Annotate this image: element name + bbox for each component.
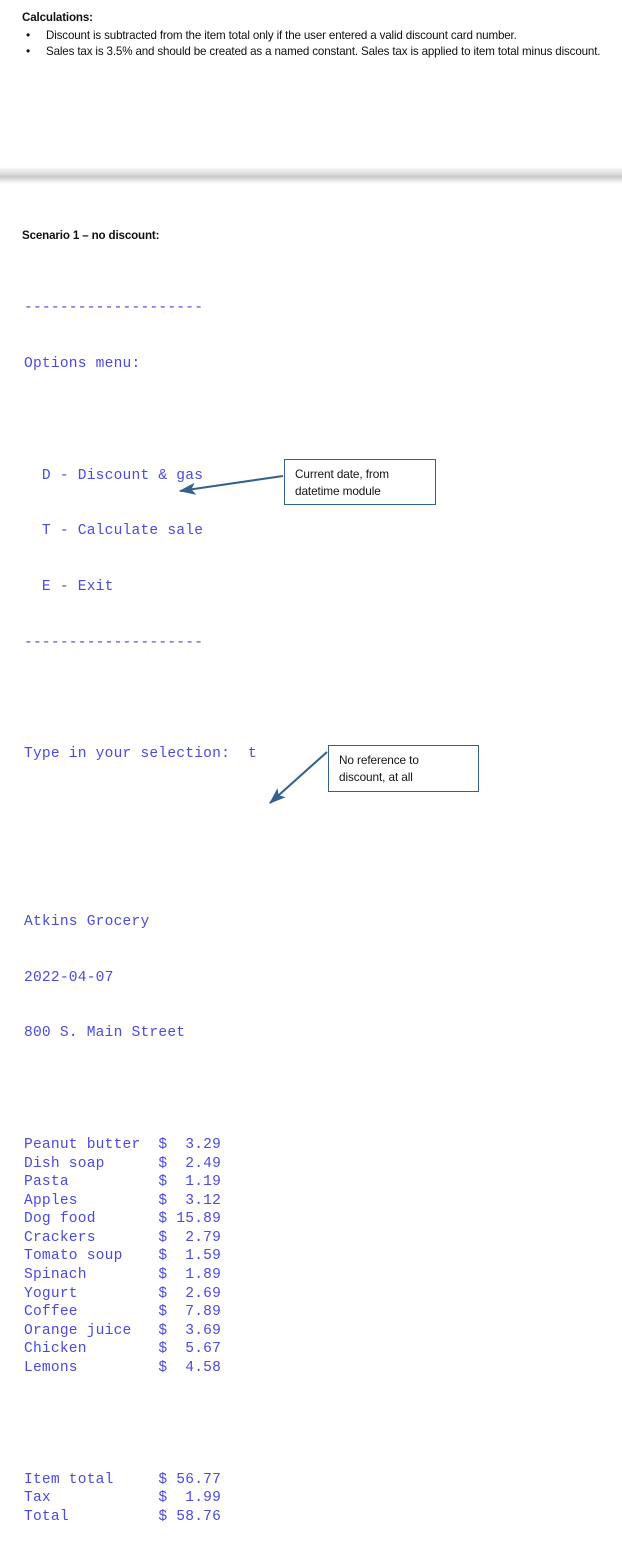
bullet-text: Discount is subtracted from the item tot…	[46, 29, 517, 42]
receipt-total-row: Item total $ 56.77	[24, 1471, 222, 1488]
scenario-label: Scenario 1 – no discount:	[22, 229, 160, 242]
receipt-item-row: Yogurt $ 2.69	[24, 1285, 222, 1302]
receipt-item-row: Tomato soup $ 1.59	[24, 1248, 222, 1265]
menu-title: Options menu:	[24, 355, 141, 372]
calculations-bullet-list: • Discount is subtracted from the item t…	[22, 28, 608, 59]
calculations-section: Calculations: • Discount is subtracted f…	[22, 10, 608, 60]
selection-prompt: Type in your selection: t	[24, 746, 257, 763]
store-address: 800 S. Main Street	[24, 1025, 186, 1042]
bullet-text: Sales tax is 3.5% and should be created …	[46, 45, 601, 59]
receipt-totals-list: Item total $ 56.77 Tax $ 1.99 Total $ 58.7…	[24, 1471, 257, 1527]
callout-current-date: Current date, from datetime module	[284, 459, 436, 505]
receipt-item-row: Spinach $ 1.89	[24, 1267, 222, 1284]
receipt-item-row: Coffee $ 7.89	[24, 1304, 222, 1321]
console-output: -------------------- Options menu: D - D…	[24, 262, 257, 1545]
store-name: Atkins Grocery	[24, 913, 150, 930]
callout-line: Current date, from	[295, 467, 389, 481]
bullet-dot-icon: •	[26, 44, 31, 59]
list-item: • Sales tax is 3.5% and should be create…	[22, 44, 608, 59]
receipt-item-row: Dog food $ 15.89	[24, 1211, 222, 1228]
receipt-item-row: Orange juice $ 3.69	[24, 1322, 222, 1339]
menu-option-discount: D - Discount & gas	[24, 467, 204, 484]
callout-no-discount: No reference to discount, at all	[328, 745, 479, 792]
receipt-total-row: Tax $ 1.99	[24, 1490, 222, 1507]
list-item: • Discount is subtracted from the item t…	[22, 28, 608, 43]
arrow-to-item-total	[269, 751, 328, 804]
callout-line: discount, at all	[339, 769, 413, 784]
receipt-item-row: Dish soap $ 2.49	[24, 1155, 222, 1172]
receipt-item-row: Pasta $ 1.19	[24, 1174, 222, 1191]
calculations-heading: Calculations:	[22, 11, 93, 24]
receipt-item-row: Chicken $ 5.67	[24, 1341, 222, 1358]
menu-option-calculate: T - Calculate sale	[24, 523, 204, 540]
receipt-item-row: Crackers $ 2.79	[24, 1229, 222, 1246]
section-divider	[0, 167, 622, 184]
bullet-dot-icon: •	[26, 28, 31, 42]
store-date: 2022-04-07	[24, 969, 114, 986]
receipt-item-row: Peanut butter $ 3.29	[24, 1136, 222, 1153]
callout-line: No reference to	[339, 753, 419, 767]
callout-line: datetime module	[295, 483, 381, 498]
menu-option-exit: E - Exit	[24, 579, 114, 596]
menu-rule-bottom: --------------------	[24, 634, 204, 651]
receipt-item-row: Lemons $ 4.58	[24, 1360, 222, 1377]
menu-rule-top: --------------------	[24, 300, 204, 317]
receipt-total-row: Total $ 58.76	[24, 1508, 222, 1525]
receipt-item-row: Apples $ 3.12	[24, 1192, 222, 1209]
receipt-item-list: Peanut butter $ 3.29 Dish soap $ 2.49 Past…	[24, 1136, 257, 1378]
